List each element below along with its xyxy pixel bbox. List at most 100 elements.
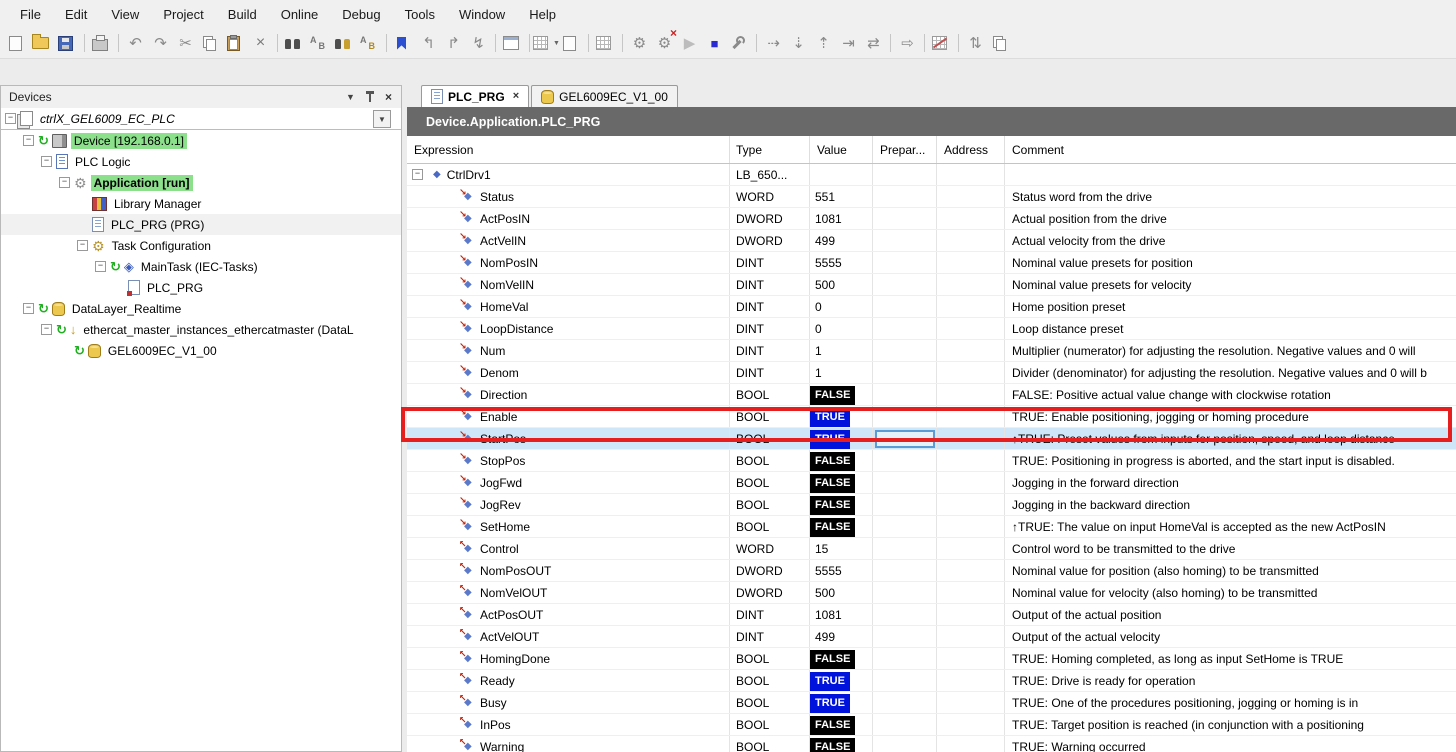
watch-row-warning[interactable]: ◆WarningBOOLFALSETRUE: Warning occurred [407,736,1456,752]
prepared-cell[interactable] [873,714,937,735]
tree-item-gel6009ec-v1-00[interactable]: ↻GEL6009EC_V1_00 [1,340,401,361]
run-to-cursor-icon[interactable]: ⇥ [837,32,860,55]
tree-expander-icon[interactable]: − [5,113,16,124]
panel-menu-icon[interactable]: ▼ [342,89,359,105]
replace-in-project-icon[interactable] [358,32,381,55]
watch-row-denom[interactable]: ◆DenomDINT1Divider (denominator) for adj… [407,362,1456,384]
menu-item-online[interactable]: Online [269,2,331,27]
close-icon[interactable]: × [380,89,397,105]
tree-item-datalayer-realtime[interactable]: −↻DataLayer_Realtime [1,298,401,319]
new-object-icon[interactable] [560,32,583,55]
redo-icon[interactable]: ↷ [149,32,172,55]
watch-list-icon[interactable] [594,32,617,55]
build-icon[interactable]: ⚙ [628,32,651,55]
paste-icon[interactable] [224,32,247,55]
declarations-dropdown-icon[interactable]: ▼ [535,32,558,55]
prepared-cell[interactable] [873,450,937,471]
menu-item-debug[interactable]: Debug [330,2,392,27]
start-icon[interactable]: ▶ [678,32,701,55]
prepared-cell[interactable] [873,582,937,603]
tree-expander-icon[interactable]: − [95,261,106,272]
column-header-address[interactable]: Address [937,136,1005,163]
watch-row-actvelout[interactable]: ◆ActVelOUTDINT499Output of the actual ve… [407,626,1456,648]
tree-item-library-manager[interactable]: Library Manager [1,193,401,214]
watch-row-num[interactable]: ◆NumDINT1Multiplier (numerator) for adju… [407,340,1456,362]
watch-row-nomvelin[interactable]: ◆NomVelINDINT500Nominal value presets fo… [407,274,1456,296]
prepared-cell[interactable] [873,648,937,669]
stop-icon[interactable]: ■ [703,32,726,55]
watch-row-jogfwd[interactable]: ◆JogFwdBOOLFALSEJogging in the forward d… [407,472,1456,494]
tree-expander-icon[interactable]: − [41,324,52,335]
tree-expander-icon[interactable]: − [59,177,70,188]
menu-item-tools[interactable]: Tools [393,2,447,27]
prepared-cell[interactable] [873,670,937,691]
toggle-bookmark-icon[interactable] [392,32,415,55]
prepared-cell[interactable] [873,362,937,383]
watch-row-enable[interactable]: ◆EnableBOOLTRUETRUE: Enable positioning,… [407,406,1456,428]
watch-row-homeval[interactable]: ◆HomeValDINT0Home position preset [407,296,1456,318]
prepared-cell[interactable] [873,626,937,647]
tree-item-plc-prg-prg[interactable]: PLC_PRG (PRG) [1,214,401,235]
copy-icon[interactable] [199,32,222,55]
prepared-cell[interactable] [873,692,937,713]
menu-item-edit[interactable]: Edit [53,2,99,27]
cut-icon[interactable]: ✂ [174,32,197,55]
watch-row-stoppos[interactable]: ◆StopPosBOOLFALSETRUE: Positioning in pr… [407,450,1456,472]
prepared-cell[interactable] [873,560,937,581]
save-icon[interactable] [56,32,79,55]
menu-item-project[interactable]: Project [151,2,215,27]
watch-row-actposout[interactable]: ◆ActPosOUTDINT1081Output of the actual p… [407,604,1456,626]
find-icon[interactable] [283,32,306,55]
tree-item-application-run[interactable]: −⚙Application [run] [1,172,401,193]
prepared-cell[interactable] [873,516,937,537]
tab-plc-prg[interactable]: PLC_PRG× [421,85,529,107]
prepared-cell[interactable] [873,428,937,449]
breakpoint-tools-icon[interactable] [728,32,751,55]
watch-row-busy[interactable]: ◆BusyBOOLTRUETRUE: One of the procedures… [407,692,1456,714]
column-header-expression[interactable]: Expression [407,136,730,163]
menu-item-build[interactable]: Build [216,2,269,27]
prepared-cell[interactable] [873,318,937,339]
reset-icon[interactable]: ⇄ [862,32,885,55]
column-header-prepar[interactable]: Prepar... [873,136,937,163]
prepared-cell[interactable] [873,230,937,251]
watch-row-inpos[interactable]: ◆InPosBOOLFALSETRUE: Target position is … [407,714,1456,736]
column-header-comment[interactable]: Comment [1005,136,1456,163]
watch-row-nomposin[interactable]: ◆NomPosINDINT5555Nominal value presets f… [407,252,1456,274]
force-values-icon[interactable]: ⇅ [964,32,987,55]
menu-item-view[interactable]: View [99,2,151,27]
watch-row-actposin[interactable]: ◆ActPosINDWORD1081Actual position from t… [407,208,1456,230]
watch-row-loopdistance[interactable]: ◆LoopDistanceDINT0Loop distance preset [407,318,1456,340]
watch-row-ctrldrv1[interactable]: −◆CtrlDrv1LB_650... [407,164,1456,186]
menu-item-help[interactable]: Help [517,2,568,27]
open-project-icon[interactable] [31,32,54,55]
tree-item-plc-prg[interactable]: PLC_PRG [1,277,401,298]
prepared-cell[interactable] [873,186,937,207]
menu-item-window[interactable]: Window [447,2,517,27]
delete-icon[interactable]: × [249,32,272,55]
tree-expander-icon[interactable]: − [23,303,34,314]
prepared-cell[interactable] [873,384,937,405]
tree-item-plc-logic[interactable]: −PLC Logic [1,151,401,172]
prepared-cell[interactable] [873,252,937,273]
tab-close-icon[interactable]: × [513,91,519,102]
clear-bookmarks-icon[interactable]: ↯ [467,32,490,55]
show-next-statement-icon[interactable]: ⇨ [896,32,919,55]
prepared-cell[interactable] [873,340,937,361]
tree-item-task-configuration[interactable]: −⚙Task Configuration [1,235,401,256]
tree-item-ctrlx-gel6009-ec-plc[interactable]: −ctrlX_GEL6009_EC_PLC▼ [1,108,401,130]
column-header-type[interactable]: Type [730,136,810,163]
prepared-cell[interactable] [873,494,937,515]
prepared-cell[interactable] [873,164,937,185]
pin-icon[interactable] [361,89,378,105]
watch-row-status[interactable]: ◆StatusWORD551Status word from the drive [407,186,1456,208]
watch-row-nomvelout[interactable]: ◆NomVelOUTDWORD500Nominal value for velo… [407,582,1456,604]
prepared-cell[interactable] [873,538,937,559]
prepared-value-editbox[interactable] [875,430,935,448]
previous-bookmark-icon[interactable]: ↰ [417,32,440,55]
rebuild-icon[interactable]: ⚙ [653,32,676,55]
flow-control-icon[interactable] [930,32,953,55]
row-expander-icon[interactable]: − [412,169,423,180]
watch-row-startpos[interactable]: ◆StartPosBOOLTRUE↑TRUE: Preset values fr… [407,428,1456,450]
tree-expander-icon[interactable]: − [23,135,34,146]
